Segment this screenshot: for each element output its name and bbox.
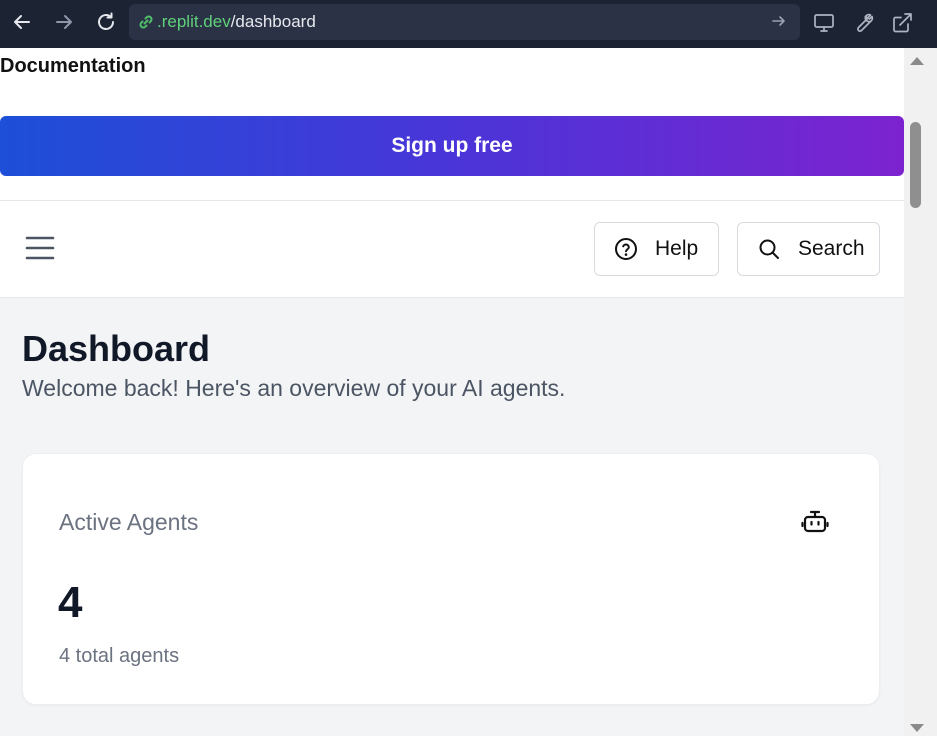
robot-icon: [799, 506, 831, 538]
help-label: Help: [655, 237, 699, 260]
url-path: /dashboard: [230, 12, 316, 31]
scroll-thumb[interactable]: [910, 122, 921, 208]
help-circle-icon: [613, 236, 639, 262]
total-agents-note: 4 total agents: [59, 645, 180, 667]
forward-icon[interactable]: [50, 8, 78, 36]
wrench-icon[interactable]: [850, 10, 876, 36]
active-agents-card: Active Agents 4 4 total agents: [22, 453, 880, 705]
search-icon: [756, 236, 782, 262]
app-header: Help Search: [0, 201, 904, 298]
devices-icon[interactable]: [811, 10, 837, 36]
vertical-scrollbar[interactable]: [904, 48, 937, 736]
help-button[interactable]: Help: [594, 222, 719, 276]
documentation-link[interactable]: Documentation: [0, 55, 146, 78]
scroll-up-icon[interactable]: [910, 57, 924, 65]
url-domain: .replit.dev: [157, 12, 231, 31]
go-arrow-icon[interactable]: [770, 12, 790, 32]
page-subtitle: Welcome back! Here's an overview of your…: [22, 375, 566, 401]
open-external-icon[interactable]: [889, 10, 915, 36]
card-label: Active Agents: [59, 509, 199, 535]
address-bar[interactable]: .replit.dev/dashboard: [129, 4, 800, 40]
page-viewport: Documentation Sign up free Help Search D…: [0, 48, 904, 736]
signup-button[interactable]: Sign up free: [0, 116, 904, 176]
page-title: Dashboard: [22, 328, 211, 369]
dashboard-main: Dashboard Welcome back! Here's an overvi…: [0, 298, 904, 736]
scroll-down-icon[interactable]: [910, 724, 924, 732]
reload-icon[interactable]: [92, 8, 120, 36]
menu-icon[interactable]: [24, 233, 56, 263]
browser-toolbar: .replit.dev/dashboard: [0, 0, 937, 48]
active-agents-count: 4: [58, 578, 83, 627]
link-icon: [137, 13, 155, 31]
search-label: Search: [798, 237, 865, 260]
back-icon[interactable]: [8, 8, 36, 36]
search-button[interactable]: Search: [737, 222, 880, 276]
